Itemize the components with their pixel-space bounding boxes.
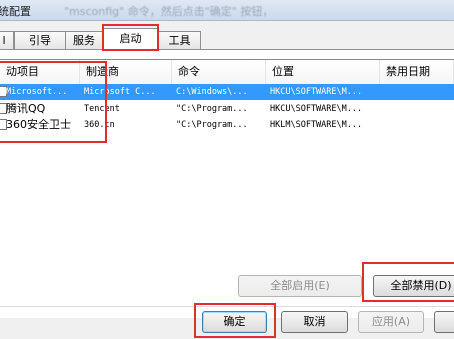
- cell-item: 腾讯QQ: [6, 102, 46, 115]
- apply-button[interactable]: 应用(A): [358, 311, 424, 333]
- tab-services[interactable]: 服务: [65, 31, 103, 50]
- column-header-location[interactable]: 位置: [266, 60, 380, 84]
- cell-date: [384, 117, 450, 133]
- disable-all-button[interactable]: 全部禁用(D): [373, 275, 454, 297]
- window-title: 统配置: [0, 5, 31, 18]
- title-hint-text: "msconfig" 命令，然后点击"确定" 按钮，: [64, 5, 274, 18]
- cell-location: HKLM\SOFTWARE\M...: [270, 120, 363, 130]
- help-button[interactable]: [434, 311, 454, 333]
- cancel-button[interactable]: 取消: [281, 311, 348, 333]
- enable-all-button[interactable]: 全部启用(E): [238, 275, 362, 297]
- ok-button[interactable]: 确定: [202, 311, 267, 333]
- cell-command: "C:\Program...: [176, 120, 248, 130]
- table-row[interactable]: 腾讯QQ Tencent "C:\Program... HKCU\SOFTWAR…: [0, 101, 454, 117]
- column-header-date[interactable]: 禁用日期: [380, 60, 454, 84]
- tab-strip: l 引导 服务 启动 工具: [0, 28, 454, 51]
- cell-manufacturer: Microsoft C...: [84, 87, 156, 97]
- cell-command: C:\Windows\...: [176, 87, 248, 97]
- cell-date: [384, 84, 450, 100]
- cell-item: Microsoft...: [6, 87, 68, 97]
- table-row[interactable]: Microsoft... Microsoft C... C:\Windows\.…: [0, 84, 454, 100]
- cell-date: [384, 101, 450, 117]
- cell-manufacturer: 360.cn: [84, 120, 115, 130]
- cell-command: "C:\Program...: [176, 104, 248, 114]
- tab-tools[interactable]: 工具: [158, 31, 201, 50]
- cell-location: HKCU\SOFTWARE\M...: [270, 87, 363, 97]
- column-header-command[interactable]: 命令: [172, 60, 266, 84]
- tab-startup[interactable]: 启动: [103, 28, 158, 51]
- cell-item: 360安全卫士: [6, 118, 71, 131]
- column-header-item[interactable]: 动项目: [0, 60, 80, 84]
- cell-location: HKCU\SOFTWARE\M...: [270, 104, 363, 114]
- startup-pane: 动项目 制造商 命令 位置 禁用日期 Microsoft... Microsof…: [0, 49, 454, 318]
- tab-boot[interactable]: 引导: [14, 31, 66, 50]
- cell-manufacturer: Tencent: [84, 104, 120, 114]
- table-row[interactable]: 360安全卫士 360.cn "C:\Program... HKLM\SOFTW…: [0, 117, 454, 133]
- column-header-manufacturer[interactable]: 制造商: [80, 60, 172, 84]
- divider: [0, 306, 454, 307]
- title-bar: 统配置 "msconfig" 命令，然后点击"确定" 按钮，: [0, 0, 454, 21]
- tab-general[interactable]: l: [0, 31, 14, 50]
